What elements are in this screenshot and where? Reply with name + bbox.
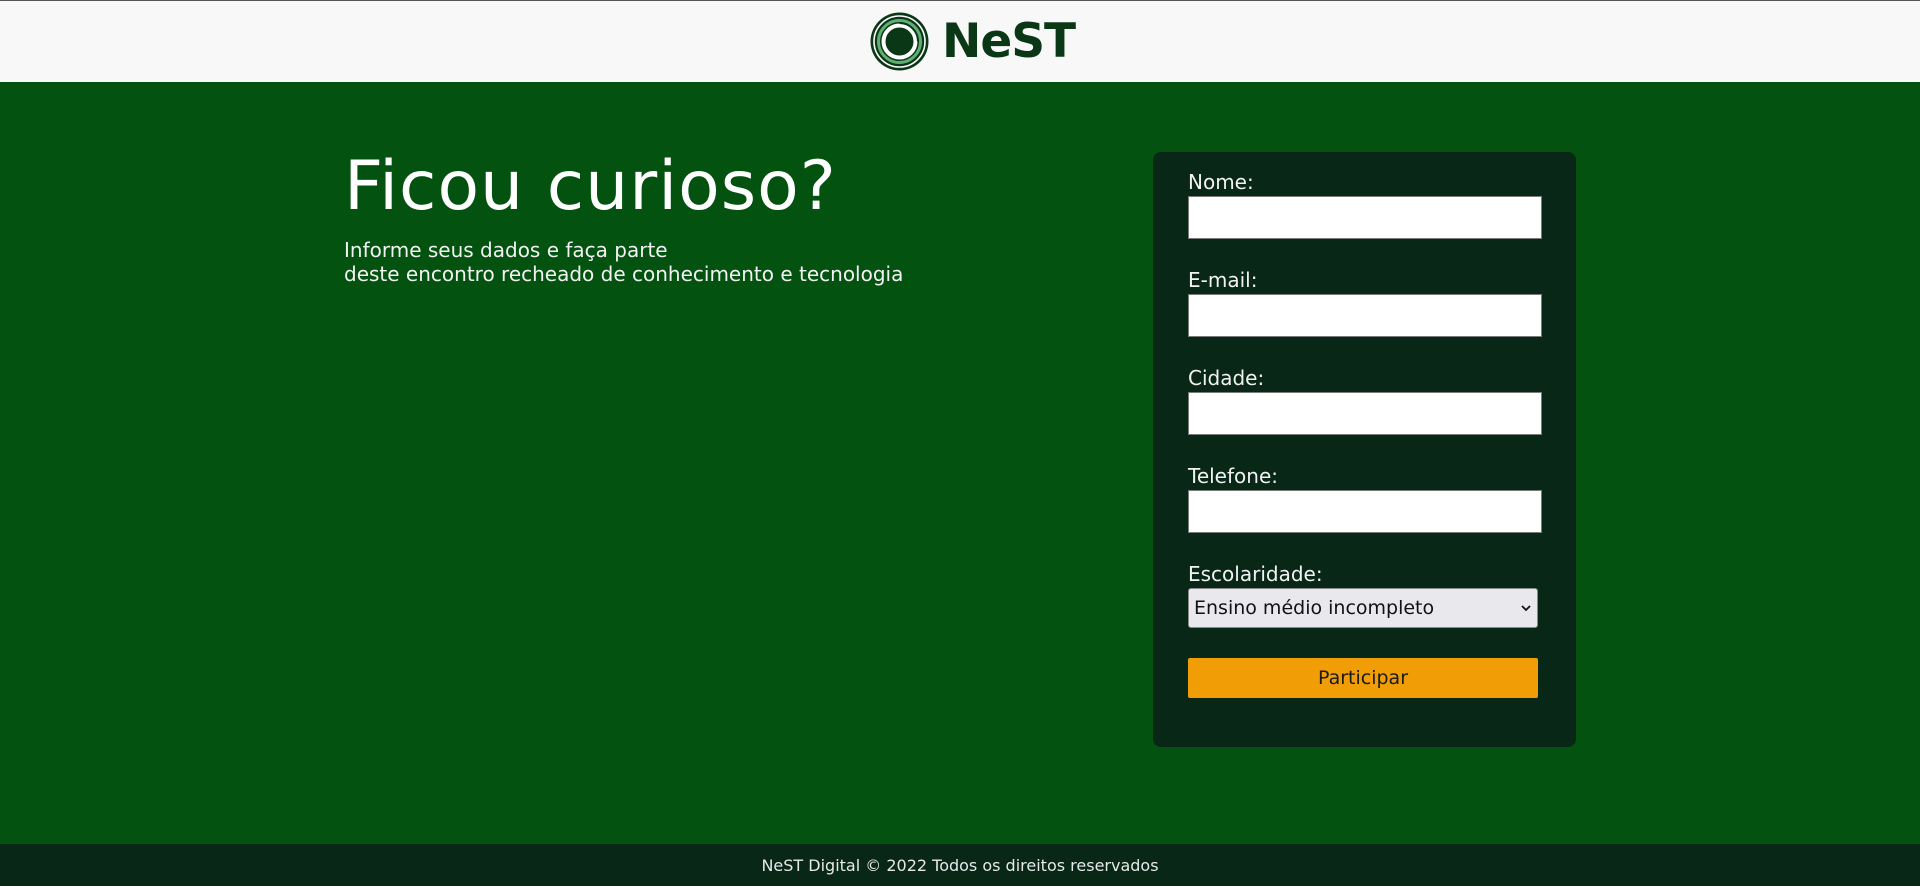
signup-form-card: Nome: E-mail: Cidade: Telefone: Escolari… <box>1153 152 1576 747</box>
brand-name: NeST <box>942 14 1076 69</box>
email-field[interactable] <box>1188 294 1542 337</box>
hero-title: Ficou curioso? <box>344 147 837 226</box>
education-selected-value: Ensino médio incompleto <box>1194 597 1435 619</box>
brand-logo[interactable]: NeST <box>869 11 1076 72</box>
education-select[interactable]: Ensino médio incompleto <box>1188 588 1538 628</box>
education-label: Escolaridade: <box>1188 562 1323 586</box>
name-field[interactable] <box>1188 196 1542 239</box>
phone-field[interactable] <box>1188 490 1542 533</box>
hero-section: Ficou curioso? Informe seus dados e faça… <box>0 82 1920 844</box>
site-footer: NeST Digital © 2022 Todos os direitos re… <box>0 844 1920 886</box>
nest-ring-logo-icon <box>870 12 929 71</box>
email-label: E-mail: <box>1188 268 1258 292</box>
name-label: Nome: <box>1188 170 1254 194</box>
hero-subtitle-line-2: deste encontro recheado de conhecimento … <box>344 262 904 286</box>
city-label: Cidade: <box>1188 366 1265 390</box>
site-header: NeST <box>0 0 1920 82</box>
hero-subtitle-line-1: Informe seus dados e faça parte <box>344 238 668 262</box>
city-field[interactable] <box>1188 392 1542 435</box>
hero-subtitle: Informe seus dados e faça parte deste en… <box>344 238 903 286</box>
chevron-down-icon <box>1521 605 1531 612</box>
copyright-text: NeST Digital © 2022 Todos os direitos re… <box>761 855 1159 875</box>
phone-label: Telefone: <box>1188 464 1278 488</box>
participate-button[interactable]: Participar <box>1188 658 1538 698</box>
